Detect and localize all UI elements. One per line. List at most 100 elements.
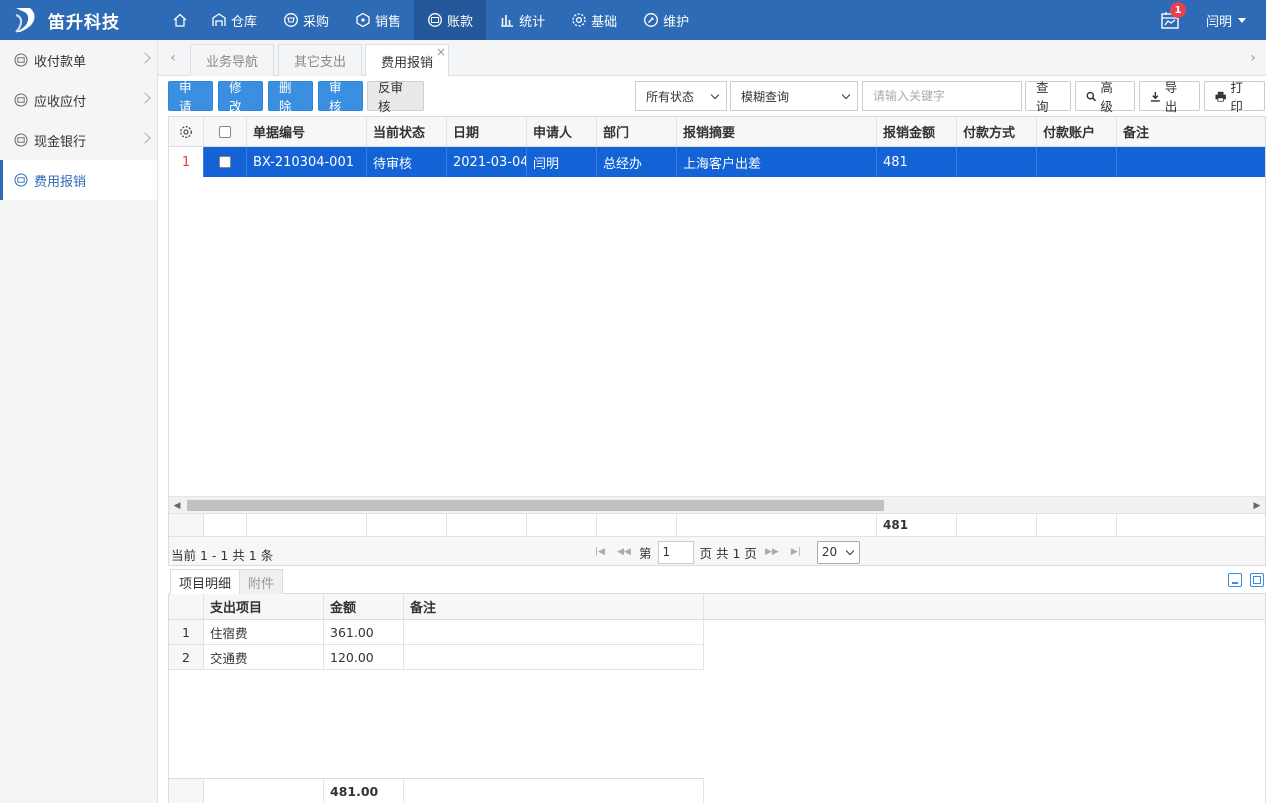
column-header[interactable]: 部门 [597, 117, 677, 146]
nav-warehouse[interactable]: 仓库 [198, 0, 270, 40]
nav-statistics[interactable]: 统计 [486, 0, 558, 40]
tab-expense-reimbursement[interactable]: 费用报销 × [365, 44, 450, 77]
table-row[interactable]: 1 BX-210304-001 待审核 2021-03-04 闫明 总经办 上海… [169, 147, 1265, 177]
column-header[interactable]: 备注 [404, 594, 704, 619]
tab-attachments[interactable]: 附件 [239, 569, 284, 594]
nav-sales[interactable]: 销售 [342, 0, 414, 40]
detail-grid-header: 支出项目 金额 备注 [169, 594, 1265, 620]
nav-purchase-label: 采购 [303, 14, 330, 30]
tab-item-details[interactable]: 项目明细 [170, 569, 241, 595]
horizontal-scrollbar[interactable]: ◀ ▶ [169, 496, 1265, 513]
scroll-left-icon[interactable]: ◀ [169, 497, 185, 514]
nav-maintenance[interactable]: 维护 [630, 0, 702, 40]
notifications-button[interactable]: 1 [1160, 2, 1186, 30]
home-icon [173, 13, 187, 27]
select-all-checkbox[interactable] [219, 125, 231, 138]
tab-label: 费用报销 [381, 55, 434, 71]
keyword-input[interactable] [862, 81, 1022, 111]
table-row[interactable]: 2 交通费 120.00 [169, 645, 704, 670]
prev-page-icon[interactable]: ◀◀ [615, 547, 633, 557]
cell-item: 住宿费 [204, 620, 324, 644]
cell-pay-account [1037, 147, 1117, 177]
unapprove-button[interactable]: 反审核 [367, 80, 424, 114]
bar-chart-icon [501, 15, 514, 27]
nav-basic-label: 基础 [591, 14, 618, 30]
column-header[interactable]: 付款账户 [1037, 117, 1117, 146]
last-page-icon[interactable]: ▶| [787, 547, 805, 557]
chevron-right-icon [139, 132, 151, 144]
sidebar-item-receivables[interactable]: 应收应付 [0, 80, 157, 120]
nav-home[interactable] [162, 0, 198, 40]
scroll-right-icon[interactable]: ▶ [1249, 497, 1265, 514]
tab-label: 附件 [248, 576, 275, 592]
brand-logo[interactable]: 笛升科技 [12, 0, 120, 40]
row-number-header [169, 594, 204, 619]
summary-cell [404, 779, 704, 803]
chevron-right-icon [139, 92, 151, 104]
sidebar-item-label: 费用报销 [34, 174, 87, 190]
nav-accounts[interactable]: 账款 [414, 0, 487, 40]
column-header[interactable]: 日期 [447, 117, 527, 146]
print-button[interactable]: 打印 [1204, 80, 1265, 114]
tabs-scroll-right-icon[interactable]: › [1244, 40, 1262, 76]
nav-maintenance-label: 维护 [663, 14, 690, 30]
nav-purchase[interactable]: 采购 [270, 0, 342, 40]
sidebar-item-label: 应收应付 [34, 94, 87, 110]
column-header[interactable]: 报销金额 [877, 117, 957, 146]
warehouse-icon [212, 13, 226, 26]
column-header[interactable]: 金额 [324, 594, 404, 619]
column-header[interactable]: 申请人 [527, 117, 597, 146]
detail-grid: 支出项目 金额 备注 1 住宿费 361.00 2 交通费 120.00 481… [168, 594, 1266, 803]
pagination-info: 当前 1 - 1 共 1 条 [171, 548, 274, 563]
advanced-label: 高级 [1100, 80, 1113, 114]
cart-icon [284, 13, 298, 27]
next-page-icon[interactable]: ▶▶ [763, 547, 781, 557]
cell-pay-method [957, 147, 1037, 177]
column-header[interactable]: 付款方式 [957, 117, 1037, 146]
scrollbar-thumb[interactable] [187, 500, 884, 511]
tab-other-expense[interactable]: 其它支出 [278, 44, 363, 76]
nav-sales-label: 销售 [375, 14, 402, 30]
page-tabs: ‹ 业务导航 其它支出 费用报销 × › [158, 40, 1266, 77]
column-header[interactable]: 单据编号 [247, 117, 367, 146]
apply-button[interactable]: 申请 [168, 80, 213, 114]
page-size-select[interactable]: 20 [816, 540, 860, 564]
chevron-down-icon [841, 90, 851, 100]
summary-cell [169, 514, 204, 536]
tabs-scroll-left-icon[interactable]: ‹ [164, 40, 182, 76]
table-row[interactable]: 1 住宿费 361.00 [169, 620, 704, 645]
query-button[interactable]: 查询 [1025, 80, 1071, 114]
status-select[interactable]: 所有状态 [635, 81, 727, 111]
maximize-icon[interactable] [1250, 573, 1264, 587]
tab-business-nav[interactable]: 业务导航 [190, 44, 275, 76]
column-header[interactable]: 支出项目 [204, 594, 324, 619]
sidebar-item-receipts-payments[interactable]: 收付款单 [0, 40, 157, 80]
minimize-icon[interactable] [1228, 573, 1242, 587]
delete-button[interactable]: 删除 [268, 80, 313, 114]
approve-button[interactable]: 审核 [318, 80, 363, 114]
tab-label: 其它支出 [294, 55, 347, 70]
sidebar-item-expense-reimbursement[interactable]: 费用报销 [0, 160, 157, 200]
row-checkbox[interactable] [219, 156, 231, 168]
summary-cell [597, 514, 677, 536]
export-button[interactable]: 导出 [1139, 80, 1200, 114]
page-number-input[interactable]: 1 [657, 540, 694, 564]
cell-summary: 上海客户出差 [677, 147, 877, 177]
edit-button[interactable]: 修改 [218, 80, 263, 114]
print-icon [1215, 91, 1226, 102]
sidebar-item-cash-bank[interactable]: 现金银行 [0, 120, 157, 160]
column-header[interactable]: 报销摘要 [677, 117, 877, 146]
chevron-down-icon [710, 90, 720, 100]
advanced-search-button[interactable]: 高级 [1075, 80, 1135, 114]
tag-icon [356, 12, 370, 28]
column-header[interactable]: 备注 [1117, 117, 1265, 146]
notification-badge: 1 [1169, 2, 1186, 18]
nav-basic[interactable]: 基础 [558, 0, 630, 40]
close-icon[interactable]: × [436, 46, 446, 58]
first-page-icon[interactable]: |◀ [591, 547, 609, 557]
column-header[interactable]: 当前状态 [367, 117, 447, 146]
column-settings[interactable] [169, 117, 204, 146]
summary-cell [169, 779, 204, 803]
user-menu[interactable]: 闫明 [1206, 11, 1246, 30]
query-mode-select[interactable]: 模糊查询 [730, 81, 858, 111]
